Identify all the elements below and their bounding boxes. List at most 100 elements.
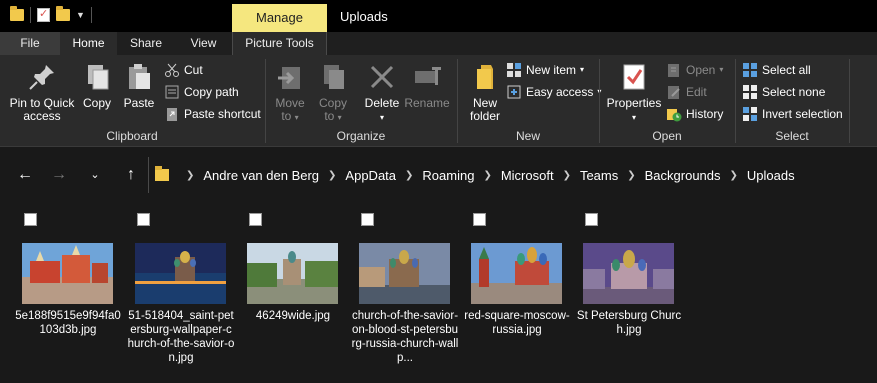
new-folder-label-1: New — [472, 96, 497, 110]
move-to-button[interactable]: Move to ▾ — [272, 61, 308, 124]
qat-separator — [30, 7, 31, 23]
properties-icon[interactable] — [37, 7, 50, 22]
folder-icon — [155, 166, 169, 181]
new-item-icon — [506, 62, 522, 78]
chevron-right-icon[interactable]: ❯ — [328, 170, 336, 181]
history-button[interactable]: History — [666, 105, 723, 123]
chevron-right-icon[interactable]: ❯ — [186, 170, 194, 181]
recent-locations-chevron-icon[interactable]: ⌄ — [84, 165, 106, 185]
file-name: 46249wide.jpg — [255, 310, 331, 322]
file-item[interactable]: 51-518404_saint-petersburg-wallpaper-chu… — [128, 203, 243, 383]
properties-button[interactable]: Properties ▾ — [606, 61, 662, 124]
paste-shortcut-icon — [164, 106, 180, 122]
easy-access-button[interactable]: Easy access ▾ — [506, 83, 601, 101]
history-icon — [666, 106, 682, 122]
properties-dropdown-icon: ▾ — [631, 113, 636, 122]
customize-qat-icon[interactable]: ▼ — [76, 10, 85, 20]
forward-arrow-icon[interactable]: → — [48, 165, 70, 185]
up-arrow-icon[interactable]: ↑ — [120, 165, 142, 185]
move-to-label-2: to — [281, 109, 292, 123]
paste-label: Paste — [123, 96, 155, 110]
select-all-button[interactable]: Select all — [742, 61, 811, 79]
clipboard-group: Pin to Quick access Copy Paste Cut Copy … — [0, 55, 264, 147]
image-thumbnail — [247, 243, 338, 304]
chevron-right-icon[interactable]: ❯ — [483, 170, 491, 181]
back-arrow-icon[interactable]: ← — [14, 165, 36, 185]
file-item[interactable]: St Petersburg Church.jpg — [577, 203, 691, 383]
breadcrumb-user[interactable]: Andre van den Berg — [203, 168, 319, 183]
paste-button[interactable]: Paste — [120, 61, 158, 110]
pin-to-quick-access-button[interactable]: Pin to Quick access — [6, 61, 78, 123]
new-folder-icon[interactable] — [56, 6, 70, 21]
edit-icon — [666, 84, 682, 100]
paste-shortcut-label: Paste shortcut — [184, 107, 261, 121]
file-item[interactable]: 5e188f9515e9f94fa0103d3b.jpg — [15, 203, 130, 383]
edit-button[interactable]: Edit — [666, 83, 707, 101]
copy-button[interactable]: Copy — [80, 61, 114, 110]
tab-picture-tools[interactable]: Picture Tools — [232, 32, 327, 55]
chevron-right-icon[interactable]: ❯ — [627, 170, 635, 181]
select-none-label: Select none — [762, 85, 826, 99]
copy-to-button[interactable]: Copy to ▾ — [316, 61, 350, 124]
tab-view[interactable]: View — [175, 32, 232, 55]
breadcrumb-appdata[interactable]: AppData — [345, 168, 396, 183]
copy-path-button[interactable]: Copy path — [164, 83, 239, 101]
image-thumbnail — [22, 243, 113, 304]
image-thumbnail — [583, 243, 674, 304]
copy-path-icon — [164, 84, 180, 100]
copy-path-label: Copy path — [184, 85, 239, 99]
select-checkbox[interactable] — [249, 213, 262, 226]
paste-shortcut-button[interactable]: Paste shortcut — [164, 105, 261, 123]
tab-home[interactable]: Home — [60, 32, 117, 55]
breadcrumb-backgrounds[interactable]: Backgrounds — [645, 168, 721, 183]
select-checkbox[interactable] — [361, 213, 374, 226]
tab-manage[interactable]: Manage — [232, 4, 327, 32]
open-button[interactable]: Open ▾ — [666, 61, 723, 79]
scissors-icon — [164, 62, 180, 78]
new-folder-label-2: folder — [469, 109, 501, 123]
edit-label: Edit — [686, 85, 707, 99]
move-to-icon — [274, 61, 306, 93]
open-label: Open — [686, 63, 716, 77]
quick-access-toolbar: ▼ — [10, 6, 92, 23]
file-name: St Petersburg Church.jpg — [576, 310, 682, 336]
file-item[interactable]: red-square-moscow-russia.jpg — [464, 203, 579, 383]
properties-label: Properties — [606, 96, 662, 110]
invert-selection-button[interactable]: Invert selection — [742, 105, 843, 123]
chevron-right-icon[interactable]: ❯ — [563, 170, 571, 181]
open-icon — [666, 62, 682, 78]
breadcrumb-microsoft[interactable]: Microsoft — [501, 168, 554, 183]
address-bar[interactable]: ❯ Andre van den Berg ❯ AppData ❯ Roaming… — [148, 157, 877, 193]
breadcrumb-uploads[interactable]: Uploads — [747, 168, 795, 183]
select-group: Select all Select none Invert selection … — [736, 55, 848, 147]
tab-file[interactable]: File — [0, 32, 60, 55]
rename-label: Rename — [404, 96, 450, 110]
properties-check-icon — [618, 61, 650, 93]
window-title: Uploads — [340, 9, 388, 24]
file-item[interactable]: church-of-the-savior-on-blood-st-petersb… — [352, 203, 467, 383]
breadcrumb-teams[interactable]: Teams — [580, 168, 618, 183]
open-group-label: Open — [652, 129, 682, 143]
select-checkbox[interactable] — [137, 213, 150, 226]
chevron-right-icon[interactable]: ❯ — [405, 170, 413, 181]
rename-button[interactable]: Rename — [404, 61, 450, 110]
file-item[interactable]: 46249wide.jpg — [245, 203, 355, 383]
new-item-dropdown-icon: ▾ — [580, 65, 585, 74]
clipboard-group-label: Clipboard — [106, 129, 158, 143]
select-checkbox[interactable] — [473, 213, 486, 226]
select-all-label: Select all — [762, 63, 811, 77]
cut-button[interactable]: Cut — [164, 61, 203, 79]
select-checkbox[interactable] — [24, 213, 37, 226]
organize-group-label: Organize — [336, 129, 386, 143]
file-name: 51-518404_saint-petersburg-wallpaper-chu… — [127, 310, 235, 364]
select-none-button[interactable]: Select none — [742, 83, 825, 101]
tab-share[interactable]: Share — [117, 32, 175, 55]
select-checkbox[interactable] — [585, 213, 598, 226]
new-item-button[interactable]: New item ▾ — [506, 61, 584, 79]
breadcrumb-roaming[interactable]: Roaming — [422, 168, 474, 183]
new-folder-button[interactable]: New folder — [462, 61, 508, 123]
chevron-right-icon[interactable]: ❯ — [730, 170, 738, 181]
new-group-label: New — [515, 129, 540, 143]
delete-button[interactable]: Delete ▾ — [362, 61, 402, 124]
pin-label-1: Pin to Quick — [9, 96, 75, 110]
